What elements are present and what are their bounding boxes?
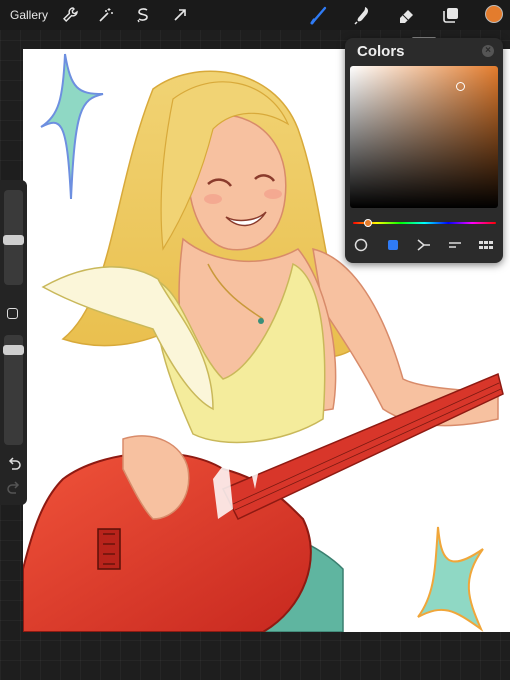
brush-size-thumb[interactable] (3, 235, 24, 245)
current-color-swatch[interactable] (485, 5, 503, 23)
color-field[interactable] (350, 66, 498, 208)
top-toolbar: Gallery (0, 0, 510, 30)
disc-icon[interactable] (353, 237, 369, 253)
transform-arrow-icon[interactable] (170, 5, 190, 25)
harmony-icon[interactable] (416, 237, 432, 253)
selection-icon[interactable] (133, 5, 153, 25)
opacity-thumb[interactable] (3, 345, 24, 355)
colors-panel: Colors × (345, 38, 503, 263)
brush-icon[interactable] (309, 5, 329, 25)
gallery-button[interactable]: Gallery (10, 8, 48, 22)
magic-wand-icon[interactable] (96, 5, 116, 25)
modify-button[interactable] (7, 308, 18, 319)
value-icon[interactable] (447, 237, 463, 253)
close-icon[interactable]: × (482, 45, 494, 57)
left-sidebar (0, 180, 27, 505)
undo-icon[interactable] (6, 456, 22, 470)
redo-icon[interactable] (6, 480, 22, 494)
layers-icon[interactable] (441, 5, 461, 25)
eraser-icon[interactable] (397, 5, 417, 25)
palettes-icon[interactable] (478, 237, 494, 253)
hue-thumb[interactable] (364, 219, 372, 227)
panel-title: Colors (357, 43, 405, 60)
smudge-icon[interactable] (353, 5, 373, 25)
wrench-icon[interactable] (60, 5, 80, 25)
color-cursor[interactable] (456, 82, 465, 91)
classic-icon[interactable] (385, 237, 401, 253)
hue-slider[interactable] (353, 222, 496, 224)
